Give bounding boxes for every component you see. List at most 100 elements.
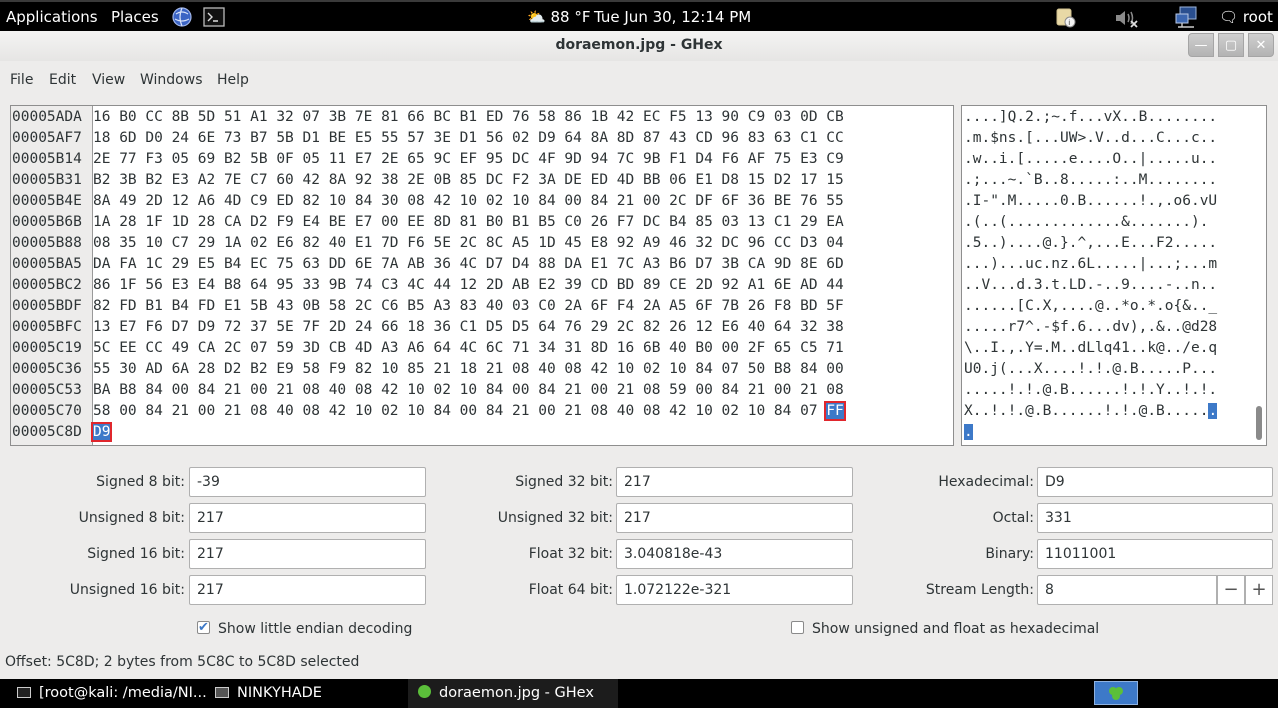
stream-length-field[interactable]: 8 [1037,575,1217,605]
row-bytes[interactable]: 13 E7 F6 D7 D9 72 37 5E 7F 2D 24 66 18 3… [93,317,844,338]
ascii-selected-char[interactable]: . [964,424,973,440]
taskbar-item-terminal[interactable]: [root@kali: /media/NI... [17,679,207,708]
menu-file[interactable]: File [10,72,33,88]
row-bytes[interactable]: B2 3B B2 E3 A2 7E C7 60 42 8A 92 38 2E 0… [93,170,844,191]
ascii-text: .....!.!.@.B......!.!.Y..!.!. [964,382,1218,398]
weather-indicator[interactable]: ⛅ 88 °F [527,7,590,27]
ascii-row[interactable]: .;...~.`B..8.....:..M........ [964,170,1217,191]
row-bytes[interactable]: 08 35 10 C7 29 1A 02 E6 82 40 E1 7D F6 5… [93,233,844,254]
scrollbar-thumb[interactable] [1256,406,1262,440]
row-bytes[interactable]: 18 6D D0 24 6E 73 B7 5B D1 BE E5 55 57 3… [93,128,844,149]
row-bytes[interactable]: 8A 49 2D 12 A6 4D C9 ED 82 10 84 30 08 4… [93,191,844,212]
byte-values: 08 35 10 C7 29 1A 02 E6 82 40 E1 7D F6 5… [93,235,844,251]
selected-byte[interactable]: FF [824,401,846,421]
ascii-row[interactable]: ..V...d.3.t.LD.-..9....-..n.. [964,275,1217,296]
row-bytes[interactable]: 1A 28 1F 1D 28 CA D2 F9 E4 BE E7 00 EE 8… [93,212,844,233]
ascii-row[interactable]: U0.j(...X....!.!.@.B.....P... [964,359,1217,380]
ascii-text: ...)...uc.nz.6L.....|...;...m [964,256,1218,272]
user-menu[interactable]: 🗨 root [1219,7,1273,27]
signed32-label: Signed 32 bit: [515,474,613,490]
octal-field[interactable]: 331 [1037,503,1273,533]
taskbar-item-ghex[interactable]: doraemon.jpg - GHex [408,679,618,708]
menu-edit[interactable]: Edit [49,72,76,88]
menu-help[interactable]: Help [217,72,249,88]
unsigned-hex-checkbox[interactable] [791,621,804,634]
row-bytes[interactable]: D9 [90,422,113,443]
float32-label: Float 32 bit: [528,546,613,562]
ascii-text: ..V...d.3.t.LD.-..9....-..n.. [964,277,1218,293]
row-bytes[interactable]: 2E 77 F3 05 69 B2 5B 0F 05 11 E7 2E 65 9… [93,149,844,170]
binary-field[interactable]: 11011001 [1037,539,1273,569]
ascii-row[interactable]: .5..)....@.}.^,...E...F2..... [964,233,1217,254]
unsigned8-field[interactable]: 217 [189,503,426,533]
row-bytes[interactable]: 86 1F 56 E3 E4 B8 64 95 33 9B 74 C3 4C 4… [93,275,844,296]
unsigned16-field[interactable]: 217 [189,575,426,605]
minimize-button[interactable]: — [1188,33,1214,57]
unsigned32-field[interactable]: 217 [616,503,853,533]
stream-length-decrement-button[interactable]: − [1217,575,1245,605]
little-endian-checkbox[interactable]: ✔ [197,621,210,634]
window-title: doraemon.jpg - GHex [555,37,723,53]
terminal-icon [17,687,31,698]
menu-view[interactable]: View [92,72,125,88]
clock[interactable]: Tue Jun 30, 12:14 PM [594,7,751,27]
selected-byte[interactable]: D9 [90,422,113,442]
applications-menu[interactable]: Applications [6,7,98,27]
row-offset: 00005BFC [12,319,82,335]
row-offset: 00005C36 [12,361,82,377]
row-offset: 00005AF7 [12,130,82,146]
notification-icon[interactable]: i [1055,6,1077,33]
unsigned-hex-label: Show unsigned and float as hexadecimal [812,621,1100,637]
window-titlebar[interactable]: doraemon.jpg - GHex — ▢ ✕ [0,31,1278,61]
ascii-row[interactable]: .I-".M.....0.B......!.,.o6.vU [964,191,1217,212]
volume-muted-icon[interactable] [1113,7,1139,34]
signed16-label: Signed 16 bit: [87,546,185,562]
ascii-row[interactable]: .....r7^.-$f.6...dv),.&..@d28 [964,317,1217,338]
svg-text:i: i [1068,19,1070,27]
places-menu[interactable]: Places [111,7,159,27]
ascii-row[interactable]: .m.$ns.[...UW>.V..d...C...c.. [964,128,1217,149]
row-bytes[interactable]: 16 B0 CC 8B 5D 51 A1 32 07 3B 7E 81 66 B… [93,107,844,128]
maximize-button[interactable]: ▢ [1218,33,1244,57]
ascii-row[interactable]: X..!.!.@.B......!.!.@.B...... [964,401,1218,422]
taskbar-item-label: doraemon.jpg - GHex [439,685,594,701]
ascii-row[interactable]: .....!.!.@.B......!.!.Y..!.!. [964,380,1217,401]
hexadecimal-field[interactable]: D9 [1037,467,1273,497]
row-bytes[interactable]: DA FA 1C 29 E5 B4 EC 75 63 DD 6E 7A AB 3… [93,254,844,275]
ascii-selected-char[interactable]: . [1208,403,1218,419]
float32-field[interactable]: 3.040818e-43 [616,539,853,569]
row-bytes[interactable]: BA B8 84 00 84 21 00 21 08 40 08 42 10 0… [93,380,844,401]
hex-scrollbar[interactable] [1253,108,1265,444]
byte-values: 55 30 AD 6A 28 D2 B2 E9 58 F9 82 10 85 2… [93,361,844,377]
ascii-row[interactable]: .w..i.[.....e....O..|.....u.. [964,149,1217,170]
row-bytes[interactable]: 55 30 AD 6A 28 D2 B2 E9 58 F9 82 10 85 2… [93,359,844,380]
signed32-field[interactable]: 217 [616,467,853,497]
partly-cloudy-icon: ⛅ [527,8,546,26]
close-button[interactable]: ✕ [1248,33,1274,57]
terminal-launcher-icon[interactable] [203,7,225,32]
row-offset: 00005ADA [12,109,82,125]
network-icon[interactable] [1174,5,1200,34]
signed16-field[interactable]: 217 [189,539,426,569]
ascii-row[interactable]: \..I.,.Y=.M..dLlq41..k@../e.q [964,338,1217,359]
ascii-row[interactable]: ....]Q.2.;~.f...vX..B........ [964,107,1217,128]
ascii-row[interactable]: ...)...uc.nz.6L.....|...;...m [964,254,1217,275]
byte-values: B2 3B B2 E3 A2 7E C7 60 42 8A 92 38 2E 0… [93,172,844,188]
float64-field[interactable]: 1.072122e-321 [616,575,853,605]
ascii-row[interactable]: ......[C.X,....@..*o.*.o{&.._ [964,296,1217,317]
stream-length-increment-button[interactable]: + [1245,575,1273,605]
workspace-switcher[interactable] [1094,681,1138,705]
taskbar-item-ninkyhade[interactable]: NINKYHADE [215,679,322,708]
row-bytes[interactable]: 82 FD B1 B4 FD E1 5B 43 0B 58 2C C6 B5 A… [93,296,844,317]
row-bytes[interactable]: 5C EE CC 49 CA 2C 07 59 3D CB 4D A3 A6 6… [93,338,844,359]
menu-windows[interactable]: Windows [140,72,203,88]
hex-view[interactable]: 00005ADA 16 B0 CC 8B 5D 51 A1 32 07 3B 7E… [10,105,954,446]
signed8-field[interactable]: -39 [189,467,426,497]
byte-values: 18 6D D0 24 6E 73 B7 5B D1 BE E5 55 57 3… [93,130,844,146]
chat-bubble-icon: 🗨 [1219,8,1239,26]
ascii-row[interactable]: .(..(.............&.......). [964,212,1208,233]
browser-launcher-icon[interactable] [171,6,193,33]
ascii-row[interactable]: . [964,422,973,443]
row-bytes[interactable]: 58 00 84 21 00 21 08 40 08 42 10 02 10 8… [93,401,846,422]
ascii-view[interactable]: ....]Q.2.;~.f...vX..B........ .m.$ns.[...… [961,105,1267,446]
